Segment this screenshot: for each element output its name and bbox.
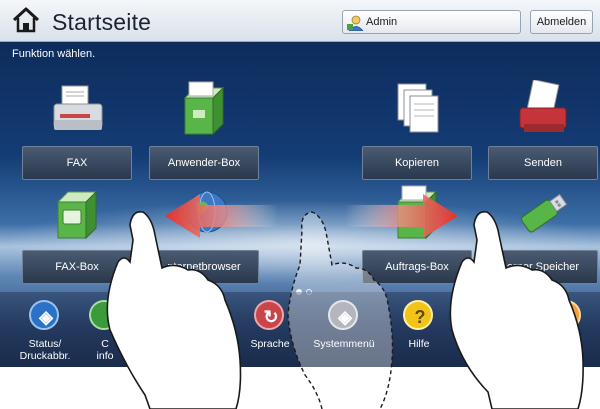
instruction-text: Funktion wählen. xyxy=(12,48,96,60)
dock-info-button[interactable]: Cinfo xyxy=(62,296,148,366)
user-icon xyxy=(347,15,364,31)
tile-fax[interactable]: FAX xyxy=(22,80,132,180)
dock-label: llungs- xyxy=(551,338,583,350)
dock-label: Hilfe xyxy=(408,338,430,350)
header-bar: Startseite Admin Abmelden xyxy=(0,0,600,42)
fax-box-icon xyxy=(56,190,98,240)
dock-label: info xyxy=(96,350,114,362)
tile-label: nternetbrowser xyxy=(149,250,259,284)
dock-label: C xyxy=(101,338,109,350)
dock-help-button[interactable]: ? Hilfe xyxy=(376,296,462,366)
tile-label: Auftrags-Box xyxy=(362,250,472,284)
dock-label: Systemmenü xyxy=(313,338,375,350)
tile-label: FAX-Box xyxy=(22,250,132,284)
info-icon xyxy=(89,300,119,330)
user-account-button[interactable]: Admin xyxy=(342,10,521,34)
dock-label: ister xyxy=(557,350,577,362)
tile-label: Kopieren xyxy=(362,146,472,180)
send-icon xyxy=(519,80,567,132)
tile-label: erner Speicher xyxy=(488,250,598,284)
tile-internetbrowser[interactable]: nternetbrowser xyxy=(149,184,259,284)
tile-fax-box[interactable]: FAX-Box xyxy=(22,184,132,284)
tile-label: Anwender-Box xyxy=(149,146,259,180)
tile-anwender-box[interactable]: Anwender-Box xyxy=(149,80,259,180)
system-menu-icon: ◈ xyxy=(328,300,358,330)
dock-system-menu-button[interactable]: ◈ Systemmenü xyxy=(301,296,387,366)
status-icon: ◈ xyxy=(29,300,59,330)
job-box-icon xyxy=(396,185,438,240)
home-screen: Funktion wählen. FAX Anwender-Box Kopier… xyxy=(0,42,600,367)
globe-icon xyxy=(186,191,228,233)
tile-label: Senden xyxy=(488,146,598,180)
tile-senden[interactable]: Senden xyxy=(488,80,598,180)
tile-label: FAX xyxy=(22,146,132,180)
help-icon: ? xyxy=(403,300,433,330)
language-icon: ↻ xyxy=(254,300,284,330)
user-box-icon xyxy=(183,81,225,136)
tile-kopieren[interactable]: Kopieren xyxy=(362,80,472,180)
tile-externer-speicher[interactable]: erner Speicher xyxy=(488,184,598,284)
fax-icon xyxy=(53,85,103,130)
user-name: Admin xyxy=(366,16,398,28)
page-title: Startseite xyxy=(52,9,152,35)
home-icon[interactable] xyxy=(12,6,40,34)
logout-button[interactable]: Abmelden xyxy=(530,10,593,34)
settings-register-icon xyxy=(551,300,581,330)
usb-drive-icon xyxy=(520,193,568,233)
dock-register-button[interactable]: llungs-ister xyxy=(524,296,600,366)
copy-icon xyxy=(397,83,439,133)
tile-auftrags-box[interactable]: Auftrags-Box xyxy=(362,184,472,284)
